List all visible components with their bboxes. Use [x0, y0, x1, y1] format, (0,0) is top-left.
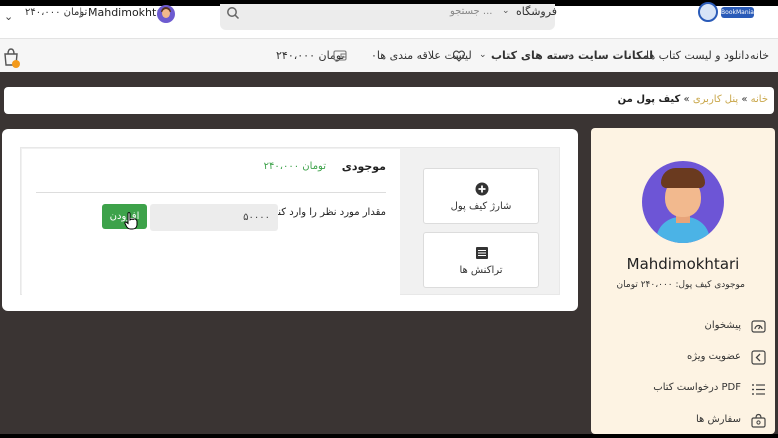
breadcrumb-current: کیف پول من [617, 94, 681, 105]
account-dropdown-chevron-icon[interactable]: ⌄ [4, 10, 13, 23]
plus-circle-icon [475, 182, 489, 196]
chevron-down-icon[interactable]: ⌄ [502, 6, 510, 16]
amount-label: مقدار مورد نظر را وارد کنید [269, 207, 386, 218]
wallet-panel: موجودی ۲۴۰،۰۰۰ تومان مقدار مورد نظر را و… [20, 147, 560, 295]
charge-wallet-label: شارژ کیف پول [450, 201, 512, 212]
header-separator: | [79, 7, 83, 18]
breadcrumb-panel[interactable]: پنل کاربری [693, 94, 738, 105]
search-input[interactable]: جستجو ... [450, 6, 492, 17]
avatar-face [162, 9, 170, 18]
wallet-balance-value: ۲۴۰،۰۰۰ تومان [263, 161, 326, 172]
crown-icon [751, 350, 766, 365]
wallet-card: موجودی ۲۴۰،۰۰۰ تومان مقدار مورد نظر را و… [2, 129, 578, 311]
breadcrumb-home[interactable]: خانه [751, 94, 768, 105]
header-avatar[interactable] [157, 5, 175, 23]
search-icon[interactable] [226, 6, 240, 20]
form-divider [36, 192, 386, 193]
site-header: ⌄ ۲۴۰،۰۰۰ تومان | Mahdimokhtari جستجو ..… [0, 2, 778, 38]
site-logo[interactable]: BookMania [698, 2, 756, 24]
wallet-balance-label: موجودی [341, 160, 386, 173]
profile-sidebar: Mahdimokhtari موجودی کیف پول: ۲۴۰،۰۰۰ تو… [591, 128, 775, 434]
menu-dashboard[interactable]: پیشخوان [705, 320, 741, 331]
breadcrumb-card: خانه » پنل کاربری » کیف پول من [4, 87, 774, 114]
wallet-form: موجودی ۲۴۰،۰۰۰ تومان مقدار مورد نظر را و… [22, 149, 400, 295]
list-icon [476, 247, 488, 259]
profile-wallet-balance: موجودی کیف پول: ۲۴۰،۰۰۰ تومان [616, 280, 745, 290]
list-icon [752, 384, 765, 395]
search-category-select[interactable]: فروشگاه [516, 5, 557, 18]
nav-download-books[interactable]: دانلود و لیست کتاب ها [646, 49, 749, 62]
charge-wallet-button[interactable]: شارژ کیف پول [423, 168, 539, 224]
transactions-label: تراکنش ها [459, 265, 503, 276]
screen-bottom-bar [0, 434, 778, 438]
avatar-hair [661, 168, 705, 188]
chevron-down-icon: ⌄ [479, 50, 487, 60]
menu-orders[interactable]: سفارش ها [696, 414, 741, 425]
wallet-icon [333, 50, 347, 61]
breadcrumb: خانه » پنل کاربری » کیف پول من [618, 94, 768, 105]
hand-cursor-icon [124, 212, 138, 230]
profile-avatar [642, 161, 724, 243]
menu-pdf-request[interactable]: درخواست کتاب PDF [653, 382, 741, 393]
cart-count-badge [12, 60, 20, 68]
transactions-button[interactable]: تراکنش ها [423, 232, 539, 288]
bag-icon [751, 413, 766, 428]
nav-site-features[interactable]: امکانات سایت [578, 49, 653, 62]
main-nav: خانه دانلود و لیست کتاب ها امکانات سایت … [0, 38, 778, 72]
logo-emblem [698, 2, 718, 22]
nav-home[interactable]: خانه [750, 49, 769, 62]
menu-vip-membership[interactable]: عضویت ویژه [687, 351, 741, 362]
breadcrumb-separator: » [680, 94, 693, 105]
amount-input[interactable] [150, 204, 278, 231]
breadcrumb-separator: » [738, 94, 751, 105]
header-balance: ۲۴۰،۰۰۰ تومان [25, 7, 88, 18]
nav-book-categories[interactable]: دسته های کتاب [491, 49, 574, 62]
profile-name: Mahdimokhtari [626, 255, 740, 273]
dashboard-icon [751, 320, 766, 333]
logo-text: BookMania [721, 7, 754, 18]
heart-icon [453, 50, 465, 62]
